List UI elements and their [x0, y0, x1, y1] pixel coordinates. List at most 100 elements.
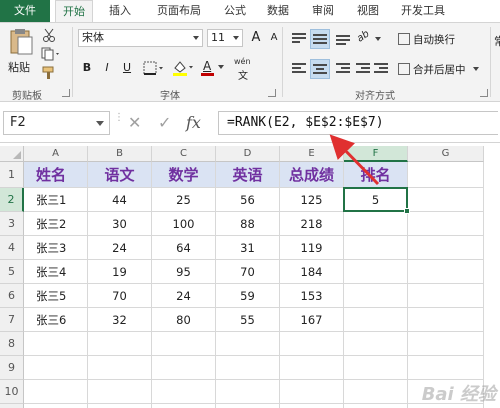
cell-b6[interactable]: 70 — [88, 284, 152, 308]
fill-color-icon[interactable] — [172, 60, 196, 76]
align-center-button[interactable] — [310, 59, 330, 79]
cell-c6[interactable]: 24 — [152, 284, 216, 308]
row-header-6[interactable]: 6 — [0, 284, 24, 308]
cell-d3[interactable]: 88 — [216, 212, 280, 236]
cell-b10[interactable] — [88, 380, 152, 404]
column-header-e[interactable]: E — [280, 146, 344, 162]
name-box[interactable]: F2 — [3, 111, 110, 135]
increase-indent-icon[interactable] — [374, 63, 388, 75]
bold-button[interactable]: B — [78, 59, 96, 77]
cell-f10[interactable] — [344, 380, 408, 404]
cell-b8[interactable] — [88, 332, 152, 356]
cell-d8[interactable] — [216, 332, 280, 356]
cell-g9[interactable] — [408, 356, 484, 380]
cell-a9[interactable] — [24, 356, 88, 380]
cell-d6[interactable]: 59 — [216, 284, 280, 308]
tab-file[interactable]: 文件 — [0, 0, 50, 22]
wrap-text-button[interactable]: 自动换行 — [398, 31, 455, 49]
cell-a6[interactable]: 张三5 — [24, 284, 88, 308]
underline-button[interactable]: U — [118, 59, 136, 77]
cell-g5[interactable] — [408, 260, 484, 284]
tab-page-layout[interactable]: 页面布局 — [148, 0, 210, 22]
font-color-button[interactable]: A — [200, 59, 226, 77]
cell-a3[interactable]: 张三2 — [24, 212, 88, 236]
cell-a11[interactable] — [24, 404, 88, 408]
column-header-g[interactable]: G — [408, 146, 484, 162]
cell-d9[interactable] — [216, 356, 280, 380]
cell-d7[interactable]: 55 — [216, 308, 280, 332]
cell-f7[interactable] — [344, 308, 408, 332]
row-header-9[interactable]: 9 — [0, 356, 24, 380]
cell-d1[interactable]: 英语 — [216, 162, 280, 188]
cell-c1[interactable]: 数学 — [152, 162, 216, 188]
cell-e6[interactable]: 153 — [280, 284, 344, 308]
orientation-button[interactable]: ab — [355, 28, 383, 49]
cell-e7[interactable]: 167 — [280, 308, 344, 332]
enter-icon[interactable]: ✓ — [158, 113, 171, 133]
align-top-icon[interactable] — [292, 33, 306, 45]
cell-b7[interactable]: 32 — [88, 308, 152, 332]
cell-e2[interactable]: 125 — [280, 188, 344, 212]
cell-d5[interactable]: 70 — [216, 260, 280, 284]
cell-d2[interactable]: 56 — [216, 188, 280, 212]
tab-view[interactable]: 视图 — [348, 0, 388, 22]
column-header-c[interactable]: C — [152, 146, 216, 162]
cancel-icon[interactable]: ✕ — [128, 113, 141, 133]
cell-c4[interactable]: 64 — [152, 236, 216, 260]
cell-a8[interactable] — [24, 332, 88, 356]
row-header-2[interactable]: 2 — [0, 188, 24, 212]
row-header-4[interactable]: 4 — [0, 236, 24, 260]
cell-f8[interactable] — [344, 332, 408, 356]
font-name-select[interactable]: 宋体 — [78, 29, 203, 47]
cell-b9[interactable] — [88, 356, 152, 380]
cell-g6[interactable] — [408, 284, 484, 308]
cell-g4[interactable] — [408, 236, 484, 260]
cell-e8[interactable] — [280, 332, 344, 356]
insert-function-icon[interactable]: fx — [186, 113, 201, 133]
tab-formulas[interactable]: 公式 — [215, 0, 255, 22]
cell-f9[interactable] — [344, 356, 408, 380]
cell-f3[interactable] — [344, 212, 408, 236]
align-left-icon[interactable] — [292, 63, 306, 75]
row-header-3[interactable]: 3 — [0, 212, 24, 236]
font-launcher-icon[interactable] — [268, 89, 276, 97]
cell-f6[interactable] — [344, 284, 408, 308]
cell-e11[interactable] — [280, 404, 344, 408]
row-header-10[interactable]: 10 — [0, 380, 24, 404]
cell-b3[interactable]: 30 — [88, 212, 152, 236]
cell-c11[interactable] — [152, 404, 216, 408]
copy-icon[interactable] — [41, 47, 61, 61]
phonetic-button[interactable]: wén 文 — [232, 57, 266, 82]
tab-review[interactable]: 审阅 — [303, 0, 343, 22]
cut-icon[interactable] — [42, 28, 56, 42]
alignment-launcher-icon[interactable] — [480, 89, 488, 97]
cell-g3[interactable] — [408, 212, 484, 236]
align-bottom-icon[interactable] — [336, 35, 350, 47]
tab-data[interactable]: 数据 — [258, 0, 298, 22]
cell-f5[interactable] — [344, 260, 408, 284]
cell-c10[interactable] — [152, 380, 216, 404]
cell-b1[interactable]: 语文 — [88, 162, 152, 188]
cell-a10[interactable] — [24, 380, 88, 404]
cell-f11[interactable] — [344, 404, 408, 408]
format-painter-icon[interactable] — [42, 66, 56, 80]
cell-a7[interactable]: 张三6 — [24, 308, 88, 332]
cell-a1[interactable]: 姓名 — [24, 162, 88, 188]
cell-d10[interactable] — [216, 380, 280, 404]
column-header-b[interactable]: B — [88, 146, 152, 162]
align-right-icon[interactable] — [336, 63, 350, 75]
cell-b2[interactable]: 44 — [88, 188, 152, 212]
paste-button[interactable]: 粘贴 — [6, 27, 36, 79]
align-middle-button[interactable] — [310, 29, 330, 49]
cell-b5[interactable]: 19 — [88, 260, 152, 284]
cell-c9[interactable] — [152, 356, 216, 380]
cell-f1[interactable]: 排名 — [344, 162, 408, 188]
cell-d11[interactable] — [216, 404, 280, 408]
row-header-11[interactable]: 11 — [0, 404, 24, 408]
cell-d4[interactable]: 31 — [216, 236, 280, 260]
cell-c2[interactable]: 25 — [152, 188, 216, 212]
cell-e9[interactable] — [280, 356, 344, 380]
italic-button[interactable]: I — [98, 59, 116, 77]
merge-center-button[interactable]: 合并后居中 — [398, 61, 479, 79]
select-all-button[interactable] — [0, 146, 24, 162]
